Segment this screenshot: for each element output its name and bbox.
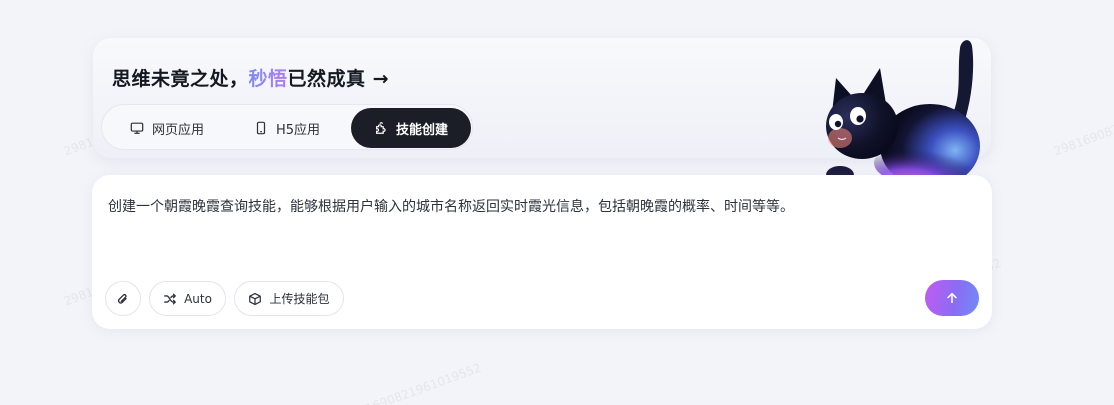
package-icon [249, 292, 262, 305]
mode-tabs: 网页应用 H5应用 技能创建 [101, 104, 473, 150]
headline-prefix: 思维未竟之处， [112, 68, 249, 90]
tab-skill-create[interactable]: 技能创建 [351, 108, 471, 148]
shuffle-icon [164, 293, 176, 304]
paperclip-icon [118, 293, 127, 304]
monitor-icon [130, 122, 144, 134]
headline-suffix: 已然成真 → [287, 68, 390, 90]
upload-label: 上传技能包 [269, 292, 330, 306]
auto-mode-button[interactable]: Auto [149, 281, 226, 316]
auto-label: Auto [184, 291, 212, 306]
tab-label: 网页应用 [151, 122, 204, 138]
puzzle-icon [375, 122, 386, 134]
black-cat-mascot [826, 40, 980, 188]
prompt-input[interactable]: 创建一个朝霞晚霞查询技能，能够根据用户输入的城市名称返回实时霞光信息，包括朝晚霞… [108, 196, 794, 216]
upload-skill-package-button[interactable]: 上传技能包 [234, 281, 344, 316]
headline-accent: 秒悟 [248, 68, 288, 90]
page-headline[interactable]: 思维未竟之处，秒悟已然成真 → [112, 64, 389, 91]
tab-label: H5应用 [275, 122, 321, 138]
tab-h5-app[interactable]: H5应用 [232, 108, 342, 148]
attach-button[interactable] [105, 281, 141, 316]
send-button[interactable] [925, 280, 979, 316]
tab-web-app[interactable]: 网页应用 [112, 108, 222, 148]
watermark: 2981690821961019552 [1051, 95, 1114, 159]
mobile-icon [256, 121, 266, 135]
watermark: 2981690821961019552 [341, 360, 484, 405]
tab-label: 技能创建 [395, 122, 448, 138]
arrow-up-icon [947, 292, 957, 304]
